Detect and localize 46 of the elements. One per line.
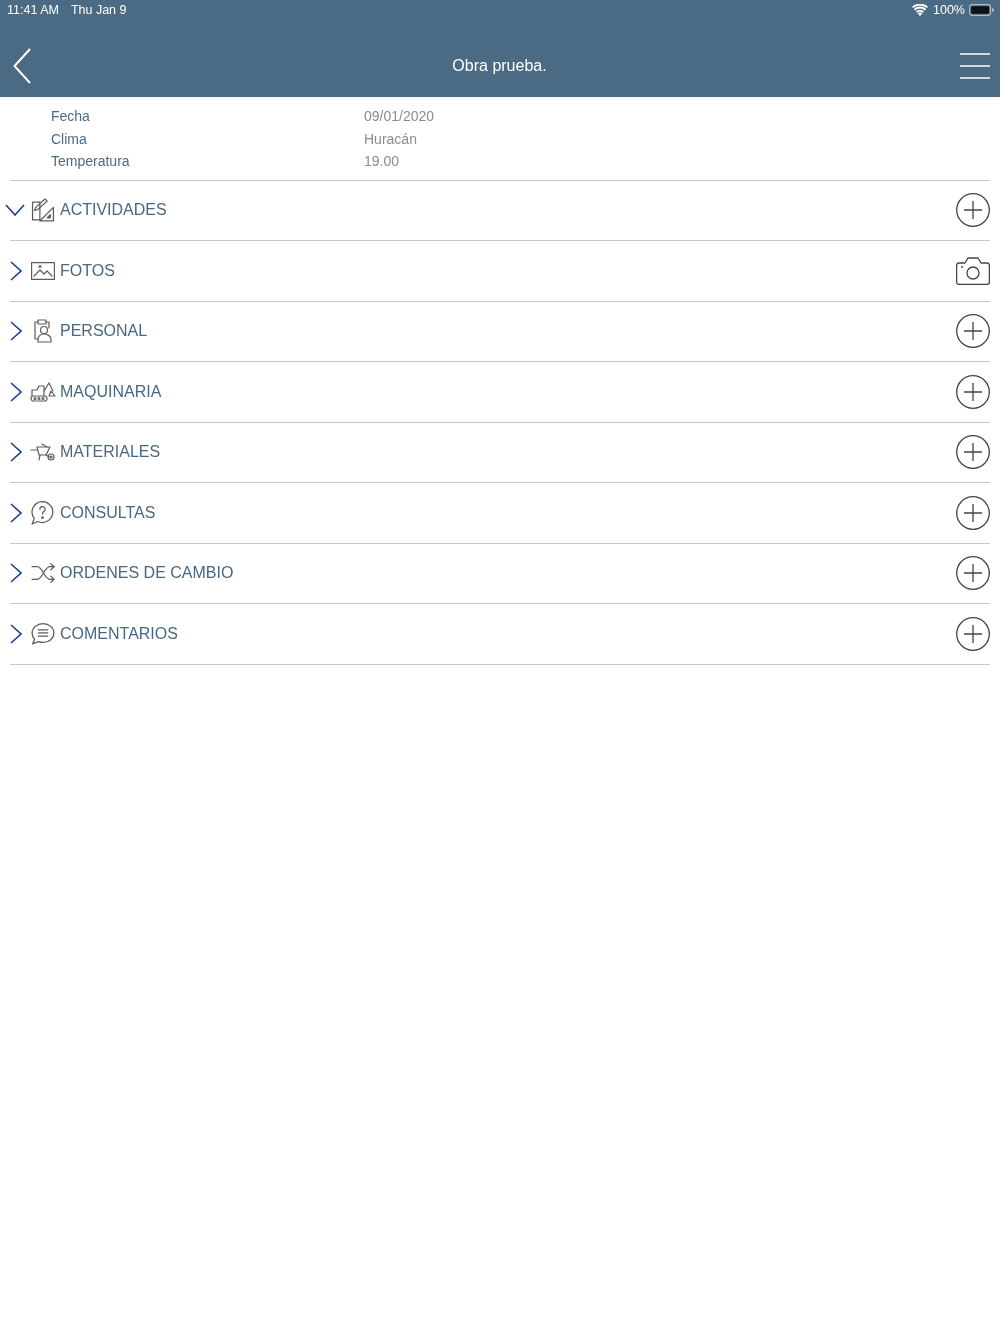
add-icon[interactable]: [956, 495, 990, 530]
question-bubble-icon: [31, 500, 55, 525]
excavator-icon: [30, 381, 56, 402]
screen-title: Obra prueba.: [452, 57, 547, 75]
field-value: 19.00: [364, 153, 400, 170]
image-icon: [31, 261, 55, 280]
section-title[interactable]: ORDENES DE CAMBIO: [60, 564, 234, 583]
field-label: Clima: [51, 130, 88, 147]
field-value: 09/01/2020: [364, 108, 435, 125]
expand-chevron-icon[interactable]: [10, 260, 22, 281]
wifi-icon: [912, 4, 928, 16]
add-icon[interactable]: [956, 616, 990, 651]
section-title[interactable]: FOTOS: [60, 261, 115, 280]
clipboard-person-icon: [33, 319, 53, 344]
battery-percent: 100%: [933, 3, 965, 17]
expand-chevron-icon[interactable]: [10, 563, 22, 584]
field-label: Temperatura: [51, 153, 131, 170]
back-icon[interactable]: [13, 48, 31, 84]
add-icon[interactable]: [956, 193, 990, 228]
battery-icon: [969, 4, 994, 16]
status-time: 11:41 AM: [7, 3, 59, 17]
section-title[interactable]: COMENTARIOS: [60, 624, 178, 643]
collapse-chevron-icon[interactable]: [5, 204, 25, 217]
field-label: Fecha: [51, 108, 91, 125]
section-title[interactable]: CONSULTAS: [60, 503, 156, 522]
add-icon[interactable]: [956, 374, 990, 409]
camera-icon[interactable]: [956, 256, 990, 285]
wheelbarrow-icon: [30, 443, 56, 462]
expand-chevron-icon[interactable]: [10, 381, 22, 402]
expand-chevron-icon[interactable]: [10, 502, 22, 523]
section-title[interactable]: PERSONAL: [60, 322, 148, 341]
add-icon[interactable]: [956, 556, 990, 591]
pencil-ruler-icon: [31, 198, 55, 223]
menu-icon[interactable]: [960, 53, 990, 79]
add-icon[interactable]: [956, 314, 990, 349]
section-title[interactable]: MATERIALES: [60, 443, 161, 462]
chat-bubble-icon: [31, 622, 55, 645]
expand-chevron-icon[interactable]: [10, 442, 22, 463]
section-title[interactable]: ACTIVIDADES: [60, 201, 167, 220]
expand-chevron-icon[interactable]: [10, 623, 22, 644]
shuffle-icon: [31, 562, 55, 585]
add-icon[interactable]: [956, 435, 990, 470]
status-date: Thu Jan 9: [70, 3, 127, 17]
field-value: Huracán: [364, 130, 417, 147]
section-title[interactable]: MAQUINARIA: [60, 382, 162, 401]
expand-chevron-icon[interactable]: [10, 321, 22, 342]
